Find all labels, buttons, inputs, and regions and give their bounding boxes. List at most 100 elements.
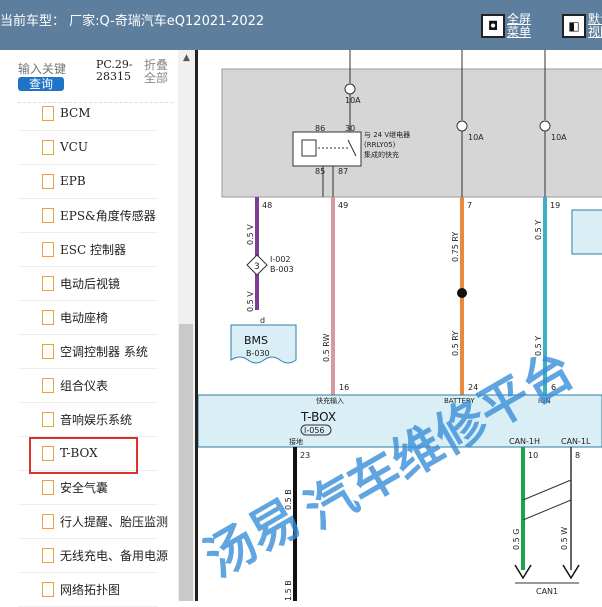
sidebar-item-label: 安全气囊 (60, 480, 109, 495)
search-button[interactable]: 查询 (18, 77, 64, 91)
wire-label-4: 0.75 RY (451, 232, 460, 262)
svg-text:B-030: B-030 (246, 349, 270, 358)
sidebar-item-label: 网络拓扑图 (60, 582, 121, 597)
relay-pin-87: 87 (338, 167, 348, 176)
side-component (571, 209, 602, 255)
svg-text:I-002: I-002 (270, 255, 291, 264)
sidebar-item[interactable]: 网络拓扑图 (42, 577, 120, 601)
relay-pin-30: 30 (345, 124, 355, 133)
can-label: CAN1 (536, 587, 558, 596)
wire-label-3: 0.5 RW (322, 334, 331, 363)
default-view-label: 默认 视图 (588, 12, 602, 39)
file-icon (42, 207, 54, 223)
file-icon (42, 513, 54, 529)
sidebar-item-label: 电动座椅 (60, 310, 109, 325)
tbox-pin-16: 16 (339, 383, 349, 392)
sidebar-item[interactable]: 电动后视镜 (42, 271, 120, 295)
relay-pin-86: 86 (315, 124, 325, 133)
sidebar-item[interactable]: 行人提醒、胎压监测 (42, 509, 168, 533)
sidebar-item[interactable]: 组合仪表 (42, 373, 108, 397)
svg-text:d: d (260, 316, 265, 325)
scroll-up-icon[interactable]: ▲ (178, 50, 195, 67)
sidebar-item[interactable]: 空调控制器 系统 (42, 339, 148, 363)
sidebar-item[interactable]: 电动座椅 (42, 305, 108, 329)
bottom-signal-1: 接地 (289, 437, 303, 446)
file-icon (42, 343, 54, 359)
svg-text:3: 3 (254, 262, 260, 272)
scrollbar-thumb[interactable] (179, 324, 193, 601)
sidebar-item[interactable]: ESC 控制器 (42, 237, 126, 261)
relay-desc-2: (RRLY05) (364, 141, 396, 149)
sidebar-item-label: 行人提醒、胎压监测 (60, 514, 169, 529)
collapse-all-button[interactable]: 折叠 全部 (144, 59, 168, 85)
tbox-name: T-BOX (300, 410, 336, 424)
fuse-3-rating: 10A (551, 133, 567, 142)
bms-module: BMS B-030 d (230, 316, 297, 364)
fuse-1-rating: 10A (345, 96, 361, 105)
current-model-title: 当前车型： 厂家:Q-奇瑞汽车eQ12021-2022 (0, 14, 265, 29)
fullscreen-menu-button[interactable]: ◘ 全屏 菜单 (481, 12, 531, 40)
sidebar-item-label: ESC 控制器 (60, 242, 126, 257)
file-icon (42, 275, 54, 291)
file-icon (42, 479, 54, 495)
inline-connector: 3 I-002 B-003 (246, 254, 294, 276)
bottom-signal-2: CAN-1H (509, 437, 540, 446)
sidebar-scrollbar[interactable]: ▲ (178, 50, 195, 601)
item-divider (18, 164, 158, 165)
sidebar-item-label: VCU (60, 140, 88, 154)
sidebar-item[interactable]: VCU (42, 135, 88, 159)
relay-desc-3: 集成的快充 (364, 150, 399, 159)
sidebar-item[interactable]: BCM (42, 101, 91, 125)
file-icon (42, 139, 54, 155)
wire-label-1: 0.5 V (246, 224, 255, 245)
item-divider (18, 300, 158, 301)
bottom-pin-23: 23 (300, 451, 310, 460)
wire-num-19: 19 (550, 201, 560, 210)
file-icon (42, 547, 54, 563)
item-divider (18, 572, 158, 573)
selected-item-highlight (29, 437, 138, 474)
sidebar-item[interactable]: EPB (42, 169, 86, 193)
wire-label-2: 0.5 V (246, 291, 255, 312)
item-divider (18, 368, 158, 369)
bottom-wire-label-2: 0.5 G (512, 529, 521, 550)
sidebar-item-label: EPB (60, 174, 86, 188)
wire-num-48: 48 (262, 201, 272, 210)
svg-text:B-003: B-003 (270, 265, 294, 274)
wiring-diagram[interactable]: 10A 10A 10A 86 30 85 87 与 24 V继电器 (RRLY0… (198, 50, 602, 601)
pc-info: PC.29- 28315 (96, 58, 133, 83)
sidebar-item[interactable]: 无线充电、备用电源 (42, 543, 168, 567)
sidebar: 查询 PC.29- 28315 折叠 全部 BCM VCU EPB EPS&角度传感器… (0, 50, 195, 607)
wire-num-49: 49 (338, 201, 348, 210)
default-view-button[interactable]: ◧ 默认 视图 (562, 12, 602, 40)
sidebar-item[interactable]: EPS&角度传感器 (42, 203, 156, 227)
item-divider (18, 504, 158, 505)
fullscreen-icon: ◘ (481, 14, 505, 38)
file-icon (42, 105, 54, 121)
item-divider (18, 266, 158, 267)
sidebar-item-label: 无线充电、备用电源 (60, 548, 169, 563)
file-icon (42, 309, 54, 325)
sidebar-item-label: BCM (60, 106, 91, 120)
fullscreen-menu-label: 全屏 菜单 (507, 12, 532, 39)
item-divider (18, 402, 158, 403)
bottom-wire-label-4: 1.5 B (284, 580, 293, 601)
tbox-signal-1: 快充输入 (316, 396, 344, 405)
wire-label-5: 0.5 RY (451, 331, 460, 356)
sidebar-item-label: 组合仪表 (60, 378, 109, 393)
sidebar-item-label: 空调控制器 系统 (60, 344, 148, 359)
bottom-wire-label-3: 0.5 W (560, 527, 569, 550)
file-icon (42, 241, 54, 257)
sidebar-item[interactable]: 音响娱乐系统 (42, 407, 132, 431)
fuse-2-rating: 10A (468, 133, 484, 142)
sidebar-item-label: 电动后视镜 (60, 276, 121, 291)
bottom-pin-10: 10 (528, 451, 538, 460)
bottom-signal-3: CAN-1L (561, 437, 591, 446)
top-bar: 当前车型： 厂家:Q-奇瑞汽车eQ12021-2022 ◘ 全屏 菜单 ◧ 默认… (0, 0, 602, 50)
item-divider (18, 130, 158, 131)
bottom-pin-8: 8 (575, 451, 580, 460)
file-icon (42, 411, 54, 427)
sidebar-item-label: EPS&角度传感器 (60, 208, 156, 223)
sidebar-item[interactable]: 安全气囊 (42, 475, 108, 499)
search-input[interactable] (18, 62, 78, 76)
